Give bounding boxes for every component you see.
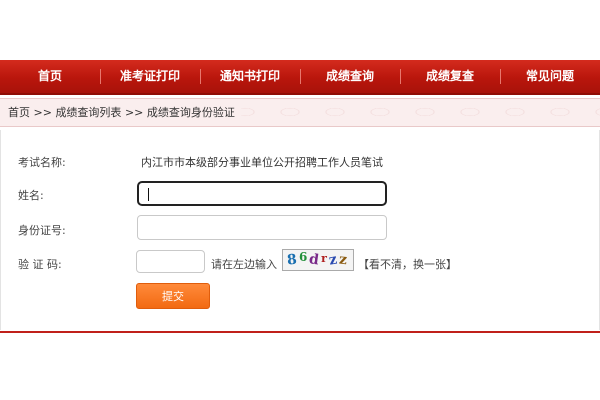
captcha-label: 验 证 码: bbox=[18, 258, 62, 271]
id-number-label: 身份证号: bbox=[18, 224, 66, 237]
nav-item-home[interactable]: 首页 bbox=[0, 60, 100, 93]
id-number-input[interactable] bbox=[137, 215, 387, 240]
breadcrumb-separator: >> bbox=[124, 106, 144, 119]
submit-button[interactable]: 提交 bbox=[136, 283, 210, 309]
breadcrumb: 首页 >> 成绩查询列表 >> 成绩查询身份验证 bbox=[8, 99, 241, 126]
captcha-char: 8 bbox=[286, 251, 300, 269]
captcha-hint: 请在左边输入 bbox=[211, 258, 277, 271]
captcha-input[interactable] bbox=[136, 250, 205, 273]
nav-item-score-review[interactable]: 成绩复查 bbox=[400, 60, 500, 93]
exam-name-value: 内江市市本级部分事业单位公开招聘工作人员笔试 bbox=[141, 156, 383, 169]
nav-item-faq[interactable]: 常见问题 bbox=[500, 60, 600, 93]
text-caret bbox=[148, 188, 149, 201]
breadcrumb-home-link[interactable]: 首页 bbox=[8, 106, 30, 119]
captcha-refresh-link[interactable]: 【看不清，换一张】 bbox=[358, 256, 457, 272]
breadcrumb-current: 成绩查询身份验证 bbox=[146, 106, 235, 119]
breadcrumb-bar: 首页 >> 成绩查询列表 >> 成绩查询身份验证 bbox=[0, 98, 600, 127]
exam-name-label: 考试名称: bbox=[18, 156, 66, 169]
main-nav: 首页 准考证打印 通知书打印 成绩查询 成绩复查 常见问题 bbox=[0, 60, 600, 95]
captcha-char: d bbox=[308, 251, 323, 269]
breadcrumb-separator: >> bbox=[33, 106, 52, 119]
captcha-image[interactable]: 8 6 d r z z bbox=[282, 249, 354, 271]
name-input[interactable] bbox=[137, 181, 387, 206]
breadcrumb-list-link[interactable]: 成绩查询列表 bbox=[55, 106, 121, 119]
nav-item-score-query[interactable]: 成绩查询 bbox=[300, 60, 400, 93]
bottom-divider bbox=[0, 331, 600, 333]
name-label: 姓名: bbox=[18, 189, 44, 202]
nav-item-notice-print[interactable]: 通知书打印 bbox=[200, 60, 300, 93]
captcha-char: z bbox=[338, 251, 350, 269]
nav-item-admission-ticket[interactable]: 准考证打印 bbox=[100, 60, 200, 93]
